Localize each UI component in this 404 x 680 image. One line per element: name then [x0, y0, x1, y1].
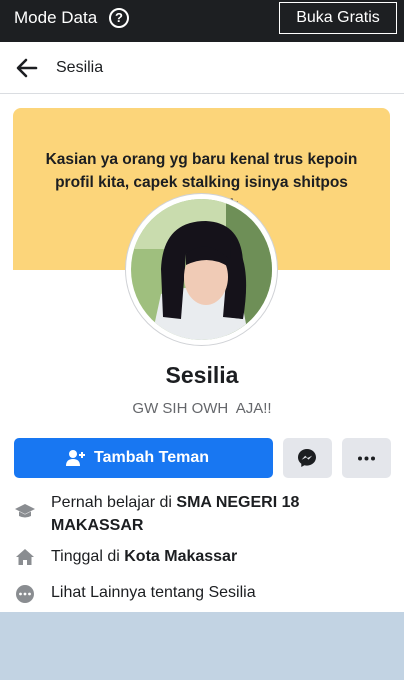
page-title: Sesilia: [56, 59, 104, 76]
arrow-left-icon[interactable]: [14, 57, 38, 79]
avatar: [131, 199, 272, 340]
ellipsis-circle-icon: [16, 585, 34, 603]
data-mode-label: Mode Data: [14, 8, 98, 27]
data-mode-bar: Mode Data ? Buka Gratis: [0, 0, 404, 42]
see-more-label: Lihat Lainnya tentang Sesilia: [51, 584, 256, 601]
education-prefix: Pernah belajar di: [51, 494, 177, 511]
free-mode-button[interactable]: Buka Gratis: [279, 2, 397, 34]
location-place-link[interactable]: Kota Makassar: [124, 548, 237, 565]
add-friend-label: Tambah Teman: [94, 449, 209, 466]
education-text: Pernah belajar di SMA NEGERI 18 MAKASSAR: [51, 491, 371, 537]
profile-picture[interactable]: [125, 193, 278, 346]
page-header: Sesilia: [0, 42, 404, 94]
graduation-cap-icon: [15, 504, 35, 518]
location-prefix: Tinggal di: [51, 548, 125, 565]
add-friend-button[interactable]: Tambah Teman: [14, 438, 273, 478]
more-options-button[interactable]: [342, 438, 391, 478]
profile-bio: GW SIH OWH AJA!!: [132, 400, 272, 417]
messenger-icon: [298, 449, 316, 467]
more-dots-icon: [358, 456, 375, 461]
question-circle-icon[interactable]: ?: [109, 8, 129, 28]
house-icon: [16, 549, 34, 565]
profile-name: Sesilia: [165, 362, 239, 388]
feed-area: [0, 612, 404, 680]
location-text: Tinggal di Kota Makassar: [51, 545, 371, 568]
message-button[interactable]: [283, 438, 332, 478]
person-add-icon: [66, 450, 85, 466]
